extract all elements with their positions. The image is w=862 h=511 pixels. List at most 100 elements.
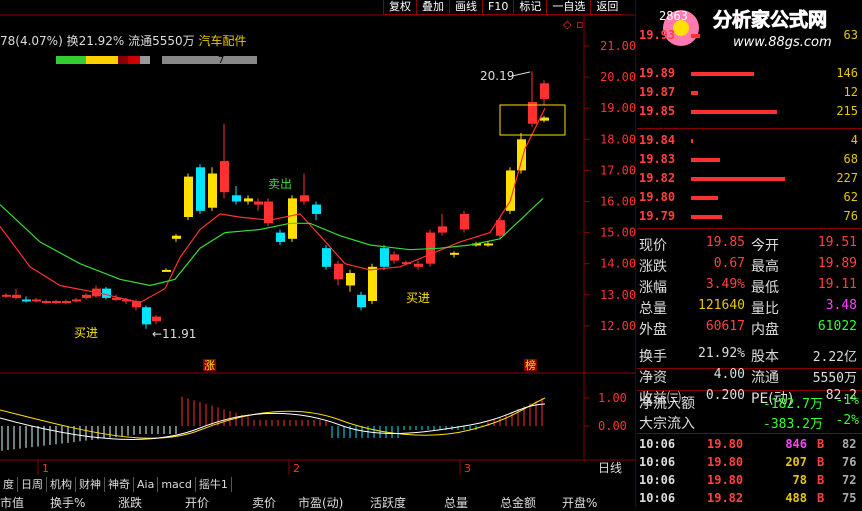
quote-panel: 2863 分析家公式网 www.88gs.com 19.93 63 19.89 1…: [637, 0, 862, 507]
tick-price: 19.80: [707, 473, 744, 487]
tick-time: 10:06: [639, 437, 676, 451]
flow-label: 大宗流入: [639, 416, 695, 432]
tick-side: B: [817, 491, 825, 505]
logo-code: 2863: [659, 9, 688, 23]
quote-value: 0.67: [713, 256, 745, 271]
candle-body: [312, 204, 321, 214]
quote-value: 19.85: [705, 235, 745, 250]
candle-body: [172, 235, 181, 239]
candle-body: [300, 195, 309, 202]
column-header-3[interactable]: 开价: [185, 494, 209, 511]
indicator-tab-2[interactable]: 机构: [47, 477, 76, 492]
tick-volume: 78: [792, 473, 807, 487]
macd-tick-label: 0.00: [598, 419, 627, 433]
strip-seg-4: [140, 56, 150, 64]
tick-time: 10:06: [639, 473, 676, 487]
kline-chart[interactable]: ◇ ▫7 21.0020.0019.0018.0017.0016.0015.001…: [0, 0, 636, 507]
toolbar-btn-1[interactable]: 叠加: [416, 0, 449, 15]
tick-price: 19.82: [707, 491, 744, 505]
orderbook-bar: [691, 72, 754, 76]
column-header-8[interactable]: 总金额: [500, 494, 536, 511]
candle-body: [232, 195, 241, 202]
quote-row: 总量 121640 量比 3.48: [637, 298, 862, 319]
tick-time: 10:06: [639, 491, 676, 505]
macd-dea-line: [0, 397, 546, 439]
flow-value: -383.2万: [763, 417, 823, 432]
industry-label[interactable]: 汽车配件: [199, 34, 247, 48]
orderbook-row[interactable]: 19.89 146: [637, 66, 862, 85]
orderbook-row[interactable]: 19.84 4: [637, 133, 862, 152]
toolbar-btn-5[interactable]: 一自选: [546, 0, 591, 15]
strip-seg-5: [162, 56, 257, 64]
indicator-tab-4[interactable]: 神奇: [105, 477, 134, 492]
strip-seg-3: [128, 56, 140, 64]
quote-label: 最高: [751, 259, 779, 275]
price-tick-label: 15.00: [600, 226, 636, 240]
strip-number: 7: [218, 55, 224, 66]
candle-body: [2, 294, 11, 297]
column-header-9[interactable]: 开盘%: [562, 494, 597, 511]
orderbook-price: 19.87: [639, 85, 676, 99]
toolbar-btn-0[interactable]: 复权: [383, 0, 416, 15]
tick-row: 10:06 19.80 207 B 76: [637, 455, 862, 474]
flow-row: 净流入额 -182.7万 -1%: [637, 393, 862, 414]
quote-label: 总量: [639, 301, 667, 317]
candle-body: [142, 307, 151, 325]
column-header-6[interactable]: 活跃度: [370, 494, 406, 511]
orderbook-row[interactable]: 19.87 12: [637, 85, 862, 104]
column-header-2[interactable]: 涨跌: [118, 494, 142, 511]
quote-label: 净资: [639, 370, 667, 386]
candle-body: [288, 198, 297, 239]
candle-body: [334, 263, 343, 280]
orderbook-price: 19.83: [639, 152, 676, 166]
buy-label-2: 买进: [406, 291, 430, 305]
toolbar-btn-4[interactable]: 标记: [513, 0, 547, 15]
quote-label: 流通: [751, 370, 779, 386]
tick-price: 19.80: [707, 455, 744, 469]
indicator-tab-5[interactable]: Aia: [134, 477, 159, 492]
orderbook-volume: 4: [850, 133, 858, 147]
orderbook-row[interactable]: 19.80 62: [637, 190, 862, 209]
candle-body: [244, 198, 253, 202]
tick-row: 10:06 19.80 846 B 82: [637, 437, 862, 456]
candle-body: [390, 254, 399, 261]
orderbook-bar: [691, 196, 718, 200]
strip-seg-0: [56, 56, 86, 64]
toolbar-btn-3[interactable]: F10: [482, 0, 514, 15]
orderbook-row[interactable]: 19.82 227: [637, 171, 862, 190]
candle-body: [368, 266, 377, 302]
candle-body: [322, 248, 331, 267]
candle-body: [357, 294, 366, 308]
column-header-0[interactable]: 市值: [0, 494, 24, 511]
candle-body: [184, 176, 193, 218]
stock-info-line: 78(4.07%) 换21.92% 流通5550万 汽车配件: [0, 32, 247, 49]
candle-body: [484, 243, 493, 246]
price-tick-label: 14.00: [600, 257, 636, 271]
quote-label: 股本: [751, 349, 779, 365]
toolbar-btn-2[interactable]: 画线: [449, 0, 482, 15]
column-header-7[interactable]: 总量: [444, 494, 468, 511]
column-header-5[interactable]: 市盈(动): [298, 494, 343, 511]
orderbook-volume: 215: [836, 104, 858, 118]
quote-label: 今开: [751, 238, 779, 254]
flow-row: 大宗流入 -383.2万 -2%: [637, 413, 862, 434]
candle-body: [460, 213, 469, 230]
indicator-tab-1[interactable]: 日周: [18, 477, 47, 492]
indicator-tab-6[interactable]: macd: [158, 477, 196, 492]
orderbook-row[interactable]: 19.83 68: [637, 152, 862, 171]
candle-body: [22, 299, 31, 302]
column-header-1[interactable]: 换手%: [50, 494, 85, 511]
quote-row: 外盘 60617 内盘 61022: [637, 319, 862, 340]
toolbar-btn-6[interactable]: 返回: [590, 0, 624, 15]
orderbook-row[interactable]: 19.85 215: [637, 104, 862, 123]
orderbook-row[interactable]: 19.93 63: [637, 28, 862, 47]
candle-body: [540, 83, 549, 99]
quote-value: 19.89: [817, 256, 857, 271]
orderbook-row[interactable]: 19.79 76: [637, 209, 862, 228]
indicator-tab-0[interactable]: 度: [0, 477, 18, 492]
indicator-tab-3[interactable]: 财神: [76, 477, 105, 492]
indicator-tab-7[interactable]: 摇牛1: [196, 477, 232, 492]
price-tick-label: 21.00: [600, 39, 636, 53]
flow-pct: -1%: [835, 393, 859, 408]
column-header-4[interactable]: 卖价: [252, 494, 276, 511]
